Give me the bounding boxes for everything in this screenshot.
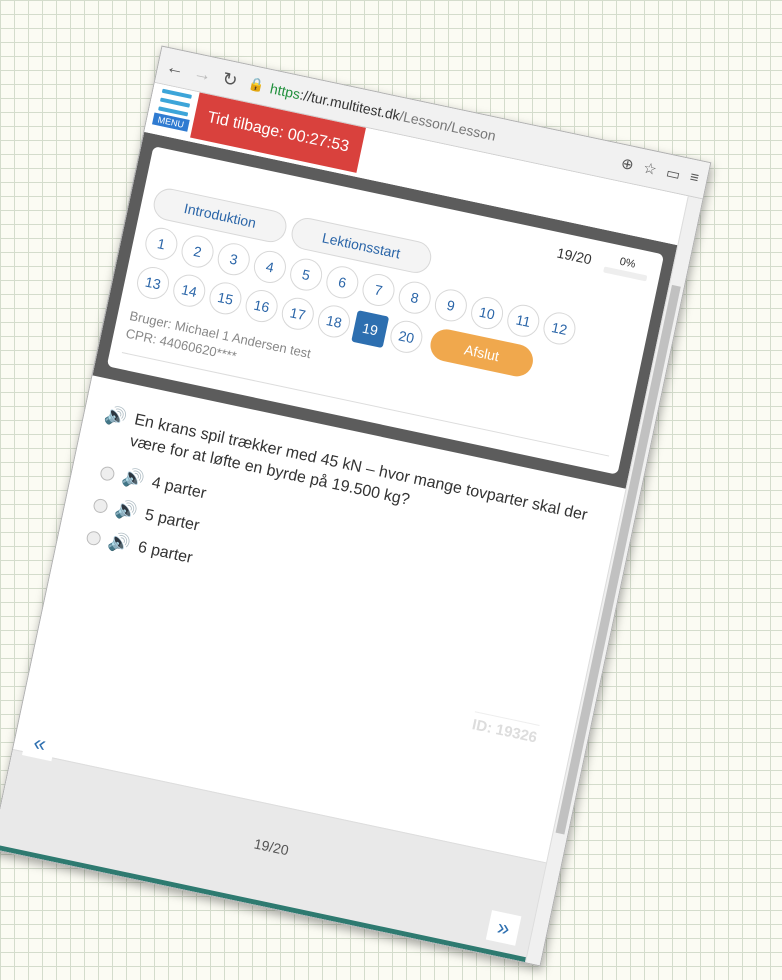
question-number[interactable]: 15 <box>206 279 245 318</box>
speaker-icon[interactable]: 🔊 <box>106 531 132 556</box>
menu-button[interactable]: MENU <box>152 88 195 132</box>
question-number[interactable]: 18 <box>315 302 353 341</box>
answer-radio[interactable] <box>99 464 116 482</box>
star-icon[interactable]: ☆ <box>642 159 659 179</box>
zoom-icon[interactable]: ⊕ <box>619 154 635 174</box>
hamburger-icon <box>158 88 192 117</box>
question-number[interactable]: 16 <box>242 287 281 326</box>
question-number[interactable]: 1 <box>142 224 181 263</box>
progress-indicator: 0% <box>603 253 650 282</box>
speaker-icon[interactable]: 🔊 <box>103 403 130 429</box>
question-number-current[interactable]: 19 <box>351 310 390 349</box>
question-number[interactable]: 10 <box>468 294 507 333</box>
speaker-icon[interactable]: 🔊 <box>113 498 139 523</box>
speaker-icon[interactable]: 🔊 <box>120 466 146 491</box>
question-number[interactable]: 13 <box>134 263 173 302</box>
answer-text: 6 parter <box>136 538 195 567</box>
question-number[interactable]: 20 <box>387 317 426 356</box>
question-number[interactable]: 2 <box>178 232 217 271</box>
lock-icon: 🔒 <box>247 75 267 94</box>
question-number[interactable]: 3 <box>214 240 253 279</box>
question-number[interactable]: 11 <box>504 301 543 340</box>
answer-text: 4 parter <box>150 473 208 502</box>
reload-icon[interactable]: ↻ <box>219 67 241 91</box>
question-number[interactable]: 17 <box>278 294 317 333</box>
next-button[interactable]: » <box>485 910 522 946</box>
chrome-menu-icon[interactable]: ≡ <box>688 168 700 187</box>
page-viewport: MENU Tid tilbage: 00:27:53 19/20 0% Intr… <box>0 82 689 963</box>
previous-button[interactable]: « <box>22 725 58 762</box>
question-number[interactable]: 4 <box>250 247 289 286</box>
back-icon[interactable]: ← <box>164 56 186 80</box>
question-number[interactable]: 12 <box>540 309 579 348</box>
answer-text: 5 parter <box>143 506 201 535</box>
answer-radio[interactable] <box>92 497 109 514</box>
footer: « 19/20 » <box>0 714 555 963</box>
question-number[interactable]: 9 <box>431 286 470 325</box>
question-number[interactable]: 5 <box>287 255 326 294</box>
cast-icon[interactable]: ▭ <box>664 163 682 184</box>
question-number[interactable]: 7 <box>359 271 398 309</box>
answer-radio[interactable] <box>85 529 103 547</box>
question-number[interactable]: 6 <box>323 263 362 302</box>
question-number[interactable]: 14 <box>170 271 209 310</box>
progress-count: 19/20 <box>555 244 594 268</box>
url-scheme: https <box>268 80 302 103</box>
question-id: ID: 19326 <box>470 711 540 747</box>
progress-fill <box>603 266 605 273</box>
forward-icon[interactable]: → <box>192 62 214 86</box>
browser-window: ← → ↻ 🔒 https://tur.multitest.dk/Lesson/… <box>0 45 712 967</box>
question-number[interactable]: 8 <box>395 278 434 317</box>
